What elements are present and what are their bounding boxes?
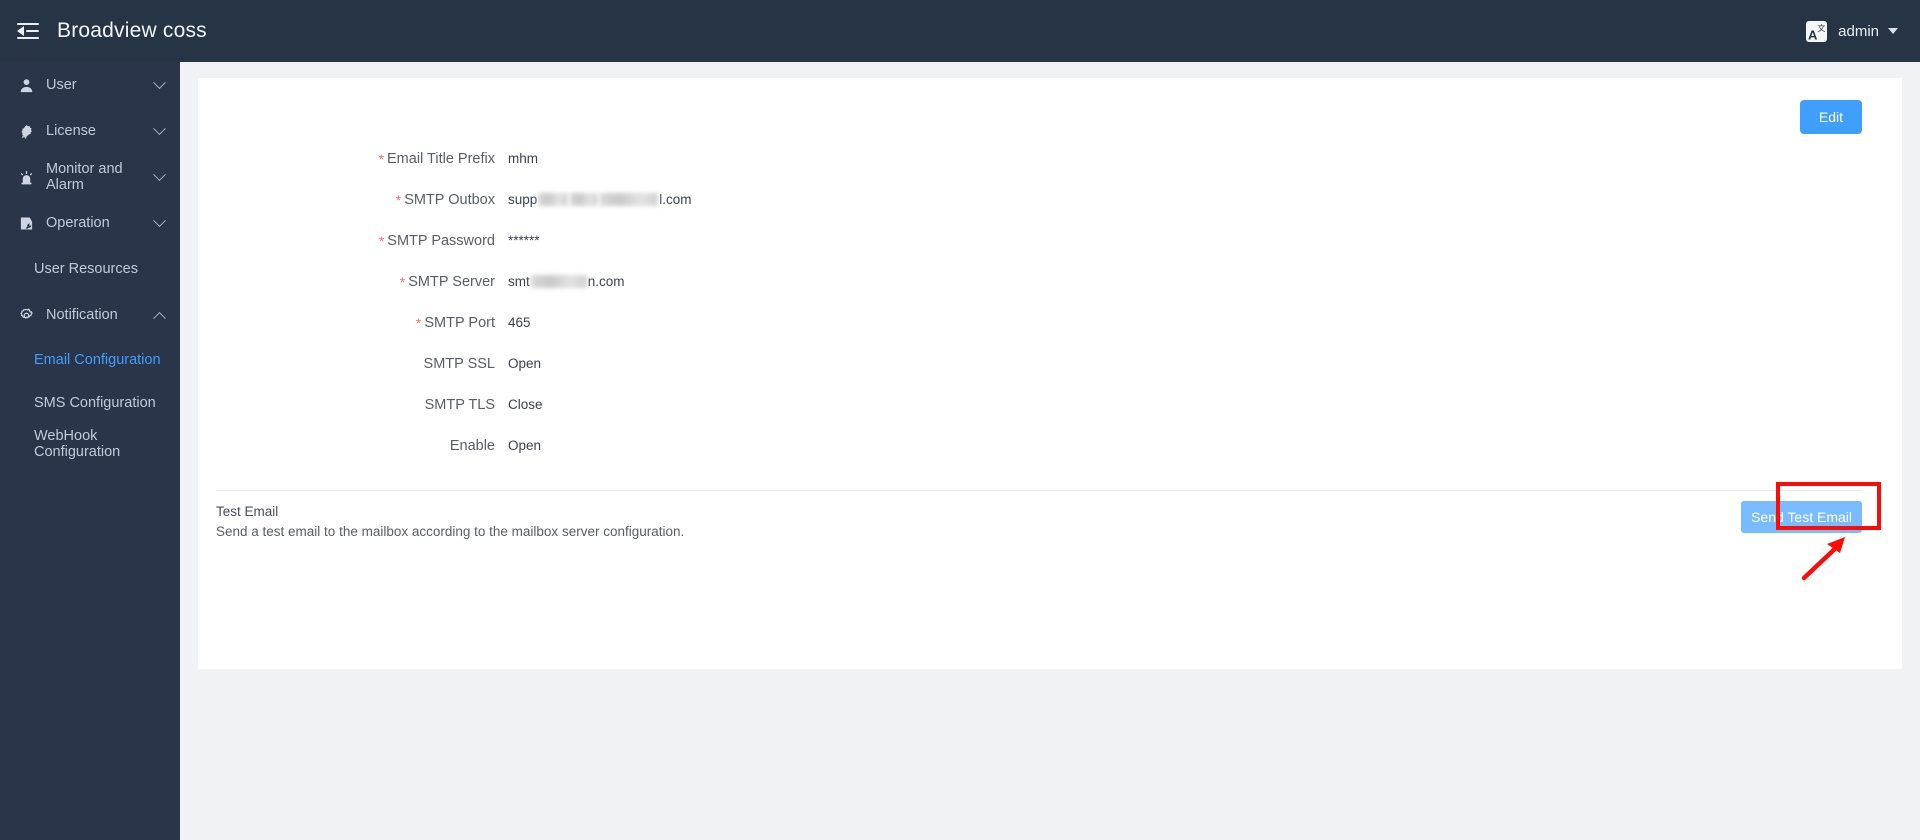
- field-value-prefix: supp: [508, 192, 537, 207]
- required-asterisk: *: [379, 151, 384, 167]
- field-value: supp l.com: [508, 192, 692, 207]
- field-row-smtp-server: *SMTP Server smt n.com: [198, 261, 1902, 302]
- chevron-down-icon: [153, 214, 166, 227]
- chevron-down-icon: [153, 168, 166, 181]
- language-icon-letter: A: [1808, 27, 1817, 42]
- field-row-smtp-tls: SMTP TLS Close: [198, 384, 1902, 425]
- field-row-smtp-password: *SMTP Password ******: [198, 220, 1902, 261]
- required-asterisk: *: [396, 192, 401, 208]
- field-value-prefix: smt: [508, 274, 530, 289]
- sidebar-item-license[interactable]: License: [0, 108, 180, 154]
- redacted-value-mask: [538, 193, 568, 206]
- sidebar-item-notification[interactable]: Notification: [0, 292, 180, 338]
- sidebar-item-monitor-and-alarm[interactable]: Monitor and Alarm: [0, 154, 180, 200]
- language-icon-sup: 文: [1817, 24, 1825, 33]
- redacted-value-mask: [531, 275, 587, 288]
- field-value: Open: [508, 438, 541, 453]
- top-header-bar: Broadview coss A文 admin: [0, 0, 1920, 62]
- field-value: ******: [508, 233, 540, 248]
- chevron-down-icon[interactable]: [1888, 28, 1898, 34]
- license-icon: [16, 124, 36, 139]
- collapse-menu-icon[interactable]: [17, 22, 39, 40]
- chevron-down-icon: [153, 122, 166, 135]
- chevron-down-icon: [153, 76, 166, 89]
- send-test-email-button[interactable]: Send Test Email: [1741, 501, 1862, 533]
- field-label: *SMTP Port: [198, 314, 508, 331]
- sidebar-item-user[interactable]: User: [0, 62, 180, 108]
- field-value-suffix: l.com: [659, 192, 691, 207]
- user-icon: [16, 78, 36, 93]
- chevron-up-icon: [153, 311, 166, 324]
- sidebar-item-label: WebHook Configuration: [34, 428, 180, 460]
- sidebar-item-label: Monitor and Alarm: [46, 161, 155, 193]
- sidebar-item-label: User: [46, 77, 155, 93]
- user-menu-label[interactable]: admin: [1838, 23, 1879, 40]
- required-asterisk: *: [400, 274, 405, 290]
- field-row-smtp-outbox: *SMTP Outbox supp l.com: [198, 179, 1902, 220]
- sidebar-item-operation[interactable]: Operation: [0, 200, 180, 246]
- required-asterisk: *: [379, 233, 384, 249]
- field-value: Close: [508, 397, 543, 412]
- sidebar-item-label: Operation: [46, 215, 155, 231]
- sidebar-item-email-configuration[interactable]: Email Configuration: [0, 338, 180, 382]
- main-content: Edit *Email Title Prefix mhm *SMTP Outbo…: [180, 62, 1920, 840]
- sidebar-item-label: SMS Configuration: [34, 395, 156, 411]
- field-row-smtp-port: *SMTP Port 465: [198, 302, 1902, 343]
- field-label: *SMTP Server: [198, 273, 508, 290]
- field-label: *SMTP Outbox: [198, 191, 508, 208]
- test-email-title: Test Email: [216, 504, 1902, 519]
- field-label: Enable: [198, 438, 508, 454]
- test-email-section: Test Email Send a test email to the mail…: [198, 491, 1902, 539]
- annotation-arrow-icon: [1800, 533, 1854, 581]
- field-label: *Email Title Prefix: [198, 150, 508, 167]
- field-label: *SMTP Password: [198, 232, 508, 249]
- sidebar-item-label: License: [46, 123, 155, 139]
- field-row-email-title-prefix: *Email Title Prefix mhm: [198, 138, 1902, 179]
- sidebar-item-user-resources[interactable]: User Resources: [0, 246, 180, 292]
- required-asterisk: *: [416, 315, 421, 331]
- field-label: SMTP TLS: [198, 397, 508, 413]
- sidebar: User License Monitor and Alarm Operation…: [0, 62, 180, 840]
- gear-icon: [16, 308, 36, 323]
- field-value-suffix: n.com: [588, 274, 625, 289]
- redacted-value-mask: [570, 193, 598, 206]
- page-title: Broadview coss: [57, 19, 207, 43]
- field-row-smtp-ssl: SMTP SSL Open: [198, 343, 1902, 384]
- email-configuration-form: *Email Title Prefix mhm *SMTP Outbox sup…: [198, 78, 1902, 466]
- sidebar-item-webhook-configuration[interactable]: WebHook Configuration: [0, 423, 180, 464]
- field-row-enable: Enable Open: [198, 425, 1902, 466]
- field-label: SMTP SSL: [198, 356, 508, 372]
- email-configuration-card: Edit *Email Title Prefix mhm *SMTP Outbo…: [198, 78, 1902, 669]
- field-value: mhm: [508, 151, 538, 166]
- test-email-description: Send a test email to the mailbox accordi…: [216, 524, 1902, 539]
- redacted-value-mask: [600, 193, 658, 206]
- header-right-controls: A文 admin: [1806, 21, 1898, 42]
- sidebar-item-label: User Resources: [34, 261, 138, 277]
- language-switch-icon[interactable]: A文: [1806, 21, 1827, 42]
- sidebar-item-sms-configuration[interactable]: SMS Configuration: [0, 382, 180, 423]
- sidebar-item-label: Email Configuration: [34, 352, 161, 368]
- operation-tool-icon: [16, 216, 36, 231]
- alarm-light-icon: [16, 170, 36, 185]
- edit-button[interactable]: Edit: [1800, 100, 1862, 134]
- field-value: smt n.com: [508, 274, 625, 289]
- field-value: 465: [508, 315, 531, 330]
- field-value: Open: [508, 356, 541, 371]
- sidebar-item-label: Notification: [46, 307, 155, 323]
